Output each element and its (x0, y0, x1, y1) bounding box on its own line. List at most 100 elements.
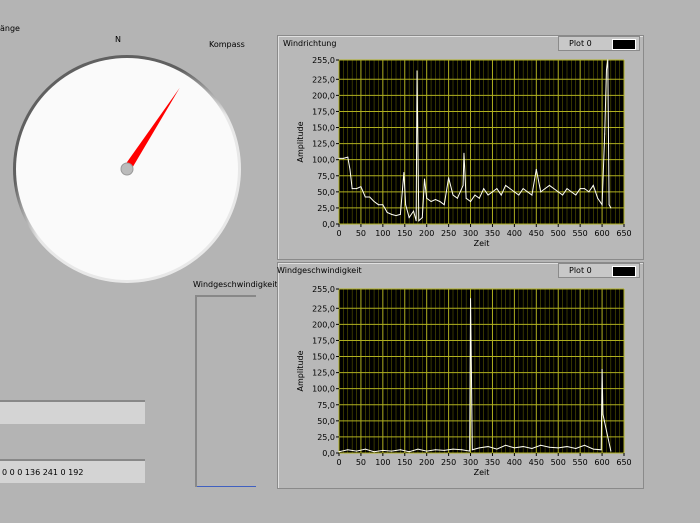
chart-svg: 0,0 25,0 50,0 75,0 100,0 125,0 150,0 175,0 200,0… (296, 56, 632, 248)
data-point (360, 186, 362, 188)
data-point (351, 188, 353, 190)
data-point (584, 188, 586, 190)
data-point (548, 446, 550, 448)
speed-bar-fill (197, 486, 256, 487)
data-point (416, 70, 418, 72)
plot-area (339, 289, 624, 453)
data-point (373, 451, 375, 453)
data-point (408, 451, 410, 453)
compass-gauge[interactable] (10, 52, 245, 287)
x-axis-label: Zeit (474, 239, 490, 248)
x-tick-label: 650 (616, 458, 631, 467)
data-point (456, 197, 458, 199)
data-point (430, 200, 432, 202)
y-tick-label: 150,0 (312, 124, 335, 133)
x-tick-label: 600 (594, 229, 609, 238)
data-point (527, 191, 529, 193)
text-display-value: 0 0 0 136 241 0 192 (2, 468, 84, 477)
y-tick-label: 25,0 (317, 204, 335, 213)
y-tick-label: 75,0 (317, 401, 335, 410)
data-point (605, 69, 607, 71)
data-point (347, 156, 349, 158)
data-point (369, 196, 371, 198)
y-tick-label: 255,0 (312, 56, 335, 65)
x-tick-label: 250 (441, 458, 456, 467)
data-point (553, 188, 555, 190)
x-tick-label: 350 (485, 229, 500, 238)
x-tick-label: 300 (463, 458, 478, 467)
data-point (610, 207, 612, 209)
data-point (505, 444, 507, 446)
data-point (470, 372, 472, 374)
data-point (342, 157, 344, 159)
data-point (421, 217, 423, 219)
needle-hub (120, 162, 134, 176)
data-point (487, 446, 489, 448)
data-point (395, 215, 397, 217)
data-point (602, 413, 604, 415)
data-point (399, 449, 401, 451)
x-tick-label: 500 (551, 458, 566, 467)
x-tick-label: 150 (397, 229, 412, 238)
data-point (604, 133, 606, 135)
x-tick-label: 600 (594, 458, 609, 467)
top-left-label: änge (0, 24, 20, 33)
data-point (584, 444, 586, 446)
data-point (452, 448, 454, 450)
x-tick-label: 350 (485, 458, 500, 467)
data-point (377, 204, 379, 206)
data-point (356, 450, 358, 452)
data-point (408, 217, 410, 219)
x-tick-label: 450 (529, 229, 544, 238)
data-point (607, 59, 609, 61)
y-tick-label: 255,0 (312, 285, 335, 294)
data-point (483, 188, 485, 190)
data-point (462, 184, 464, 186)
data-point (418, 220, 420, 222)
data-point (509, 188, 511, 190)
x-tick-label: 0 (336, 458, 341, 467)
data-point (349, 168, 351, 170)
data-point (461, 449, 463, 451)
data-point (439, 200, 441, 202)
data-point (434, 449, 436, 451)
x-tick-label: 250 (441, 229, 456, 238)
data-point (540, 191, 542, 193)
data-point (518, 194, 520, 196)
data-point (443, 204, 445, 206)
speed-indicator-label: Windgeschwindigkeit (193, 280, 278, 289)
data-point (566, 188, 568, 190)
y-tick-label: 50,0 (317, 188, 335, 197)
data-point (562, 194, 564, 196)
x-tick-label: 550 (573, 458, 588, 467)
data-point (413, 210, 415, 212)
text-display-2: 0 0 0 136 241 0 192 (0, 459, 145, 483)
data-point (382, 204, 384, 206)
data-point (496, 188, 498, 190)
data-point (364, 448, 366, 450)
x-tick-label: 400 (507, 458, 522, 467)
data-point (426, 197, 428, 199)
windgeschwindigkeit-graph: Windgeschwindigkeit Plot 0 0,0 25,0 50,0 75… (277, 262, 644, 489)
data-point (471, 449, 473, 451)
data-point (557, 191, 559, 193)
data-point (531, 447, 533, 449)
data-point (470, 200, 472, 202)
data-point (588, 191, 590, 193)
compass-title: Kompass (209, 40, 245, 49)
data-point (434, 199, 436, 201)
data-point (566, 446, 568, 448)
text-display-1 (0, 400, 145, 424)
data-point (491, 191, 493, 193)
data-point (500, 194, 502, 196)
data-point (505, 184, 507, 186)
chart-svg: 0,0 25,0 50,0 75,0 100,0 125,0 150,0 175,0 200,0… (296, 285, 632, 477)
x-tick-label: 650 (616, 229, 631, 238)
x-tick-label: 200 (419, 229, 434, 238)
data-point (470, 298, 472, 300)
data-point (373, 200, 375, 202)
data-point (608, 204, 610, 206)
y-tick-label: 225,0 (312, 75, 335, 84)
data-point (597, 197, 599, 199)
x-tick-label: 300 (463, 229, 478, 238)
